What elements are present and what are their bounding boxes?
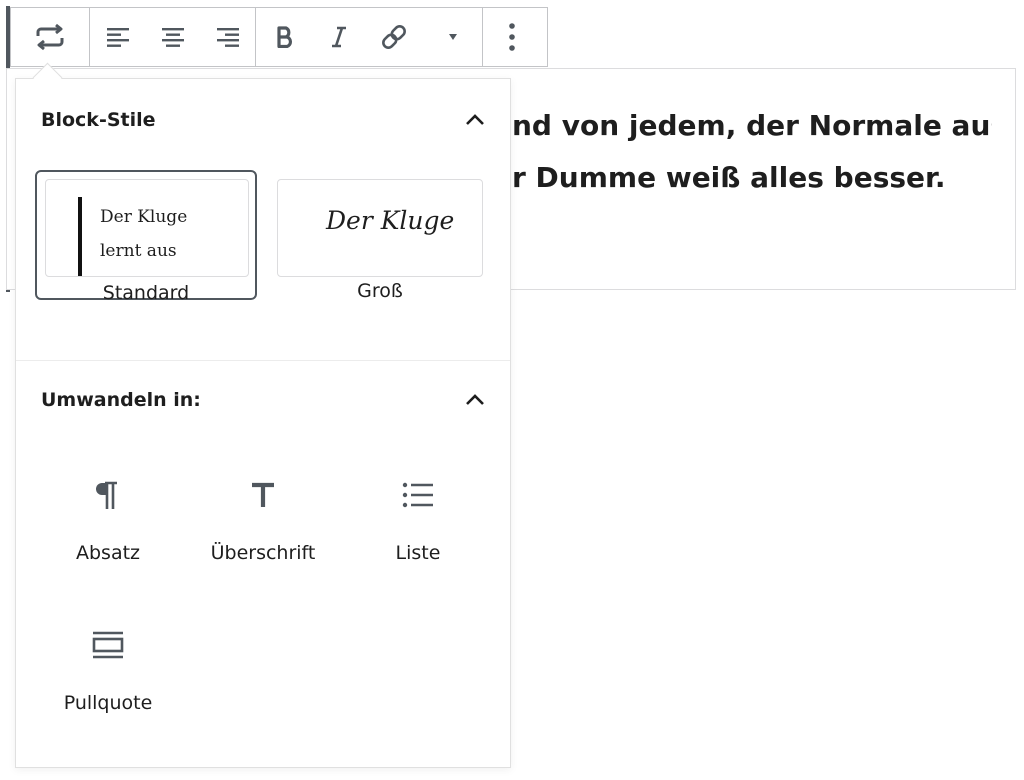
transform-header[interactable]: Umwandeln in: [41,388,485,412]
paragraph-icon [96,481,117,509]
transform-to-heading[interactable]: Überschrift [193,479,333,589]
link-button[interactable] [364,8,424,66]
block-toolbar [10,7,548,67]
list-icon [402,482,433,508]
transform-label-list: Liste [395,542,441,564]
style-option-standard[interactable]: Der Kluge lernt aus allem und Standard [35,170,257,304]
align-right-icon [216,28,239,47]
more-options-button[interactable] [483,8,541,66]
quote-line-1: nd von jedem, der Normale aus [512,109,992,142]
preview-text-large: Der Kluge [326,206,455,235]
toolbar-group-transform [11,8,90,66]
more-vertical-icon [509,23,515,51]
style-label-large: Groß [357,280,403,302]
block-styles-title: Block-Stile [41,109,156,131]
block-styles-header[interactable]: Block-Stile [41,108,485,132]
quote-line-2: r Dumme weiß alles besser. [512,161,946,194]
more-formats-button[interactable] [424,8,482,66]
link-icon [382,25,406,49]
align-right-button[interactable] [200,8,255,66]
transform-title: Umwandeln in: [41,389,201,411]
block-switcher-popover: Block-Stile Der Kluge lernt aus allem un… [15,78,511,768]
heading-icon [252,482,274,507]
toolbar-group-format [256,8,483,66]
section-divider [16,360,510,361]
transform-button[interactable] [11,8,89,66]
italic-button[interactable] [314,8,364,66]
toolbar-group-options [483,8,541,66]
style-option-large[interactable]: Der Kluge Groß [269,171,491,302]
transform-label-paragraph: Absatz [75,542,141,564]
caret-down-icon [449,34,457,40]
transform-label-heading: Überschrift [210,542,316,564]
toolbar-group-align [90,8,256,66]
align-center-icon [161,28,184,47]
italic-icon [332,26,346,48]
style-preview-standard: Der Kluge lernt aus allem und [45,179,249,277]
chevron-up-icon [466,394,484,405]
align-center-button[interactable] [145,8,200,66]
transform-to-paragraph[interactable]: Absatz [38,479,178,589]
style-preview-large: Der Kluge [277,179,483,277]
bold-button[interactable] [256,8,314,66]
align-left-button[interactable] [90,8,145,66]
pullquote-icon [92,631,124,659]
transform-label-pullquote: Pullquote [63,692,153,714]
style-label-standard: Standard [102,282,190,304]
quote-text[interactable]: nd von jedem, der Normale aus r Dumme we… [512,100,992,204]
transform-to-list[interactable]: Liste [348,479,488,589]
bold-icon [277,26,292,48]
chevron-up-icon [466,114,484,125]
align-left-icon [106,28,129,47]
transform-to-pullquote[interactable]: Pullquote [38,629,178,739]
transform-icon [36,23,64,51]
preview-quote-bar [78,197,82,276]
preview-text-standard: Der Kluge lernt aus allem und [100,207,188,276]
